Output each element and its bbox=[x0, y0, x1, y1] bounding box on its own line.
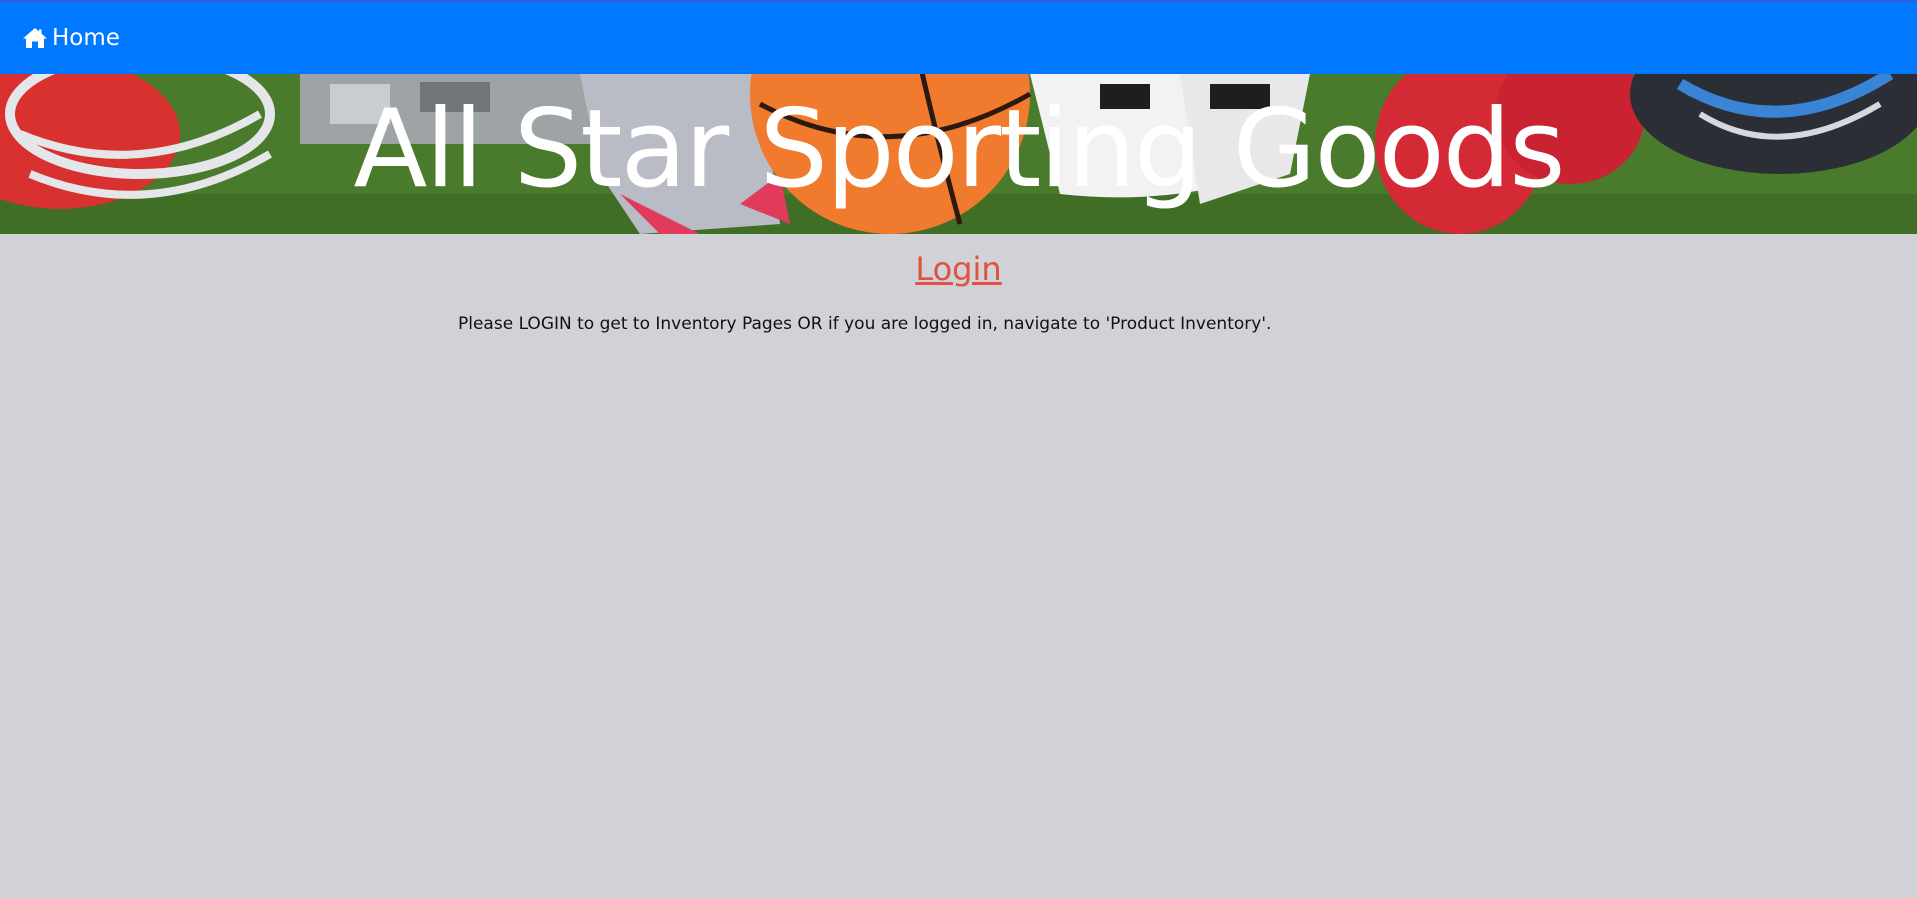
hero-banner: All Star Sporting Goods bbox=[0, 74, 1917, 234]
login-heading: Login bbox=[0, 250, 1917, 288]
home-nav-link[interactable]: Home bbox=[22, 25, 120, 51]
home-icon bbox=[23, 28, 47, 48]
site-title: All Star Sporting Goods bbox=[353, 86, 1566, 212]
top-navbar: Home bbox=[0, 0, 1917, 74]
login-link[interactable]: Login bbox=[915, 250, 1001, 288]
home-label: Home bbox=[52, 25, 120, 51]
login-instructions: Please LOGIN to get to Inventory Pages O… bbox=[458, 314, 1272, 334]
